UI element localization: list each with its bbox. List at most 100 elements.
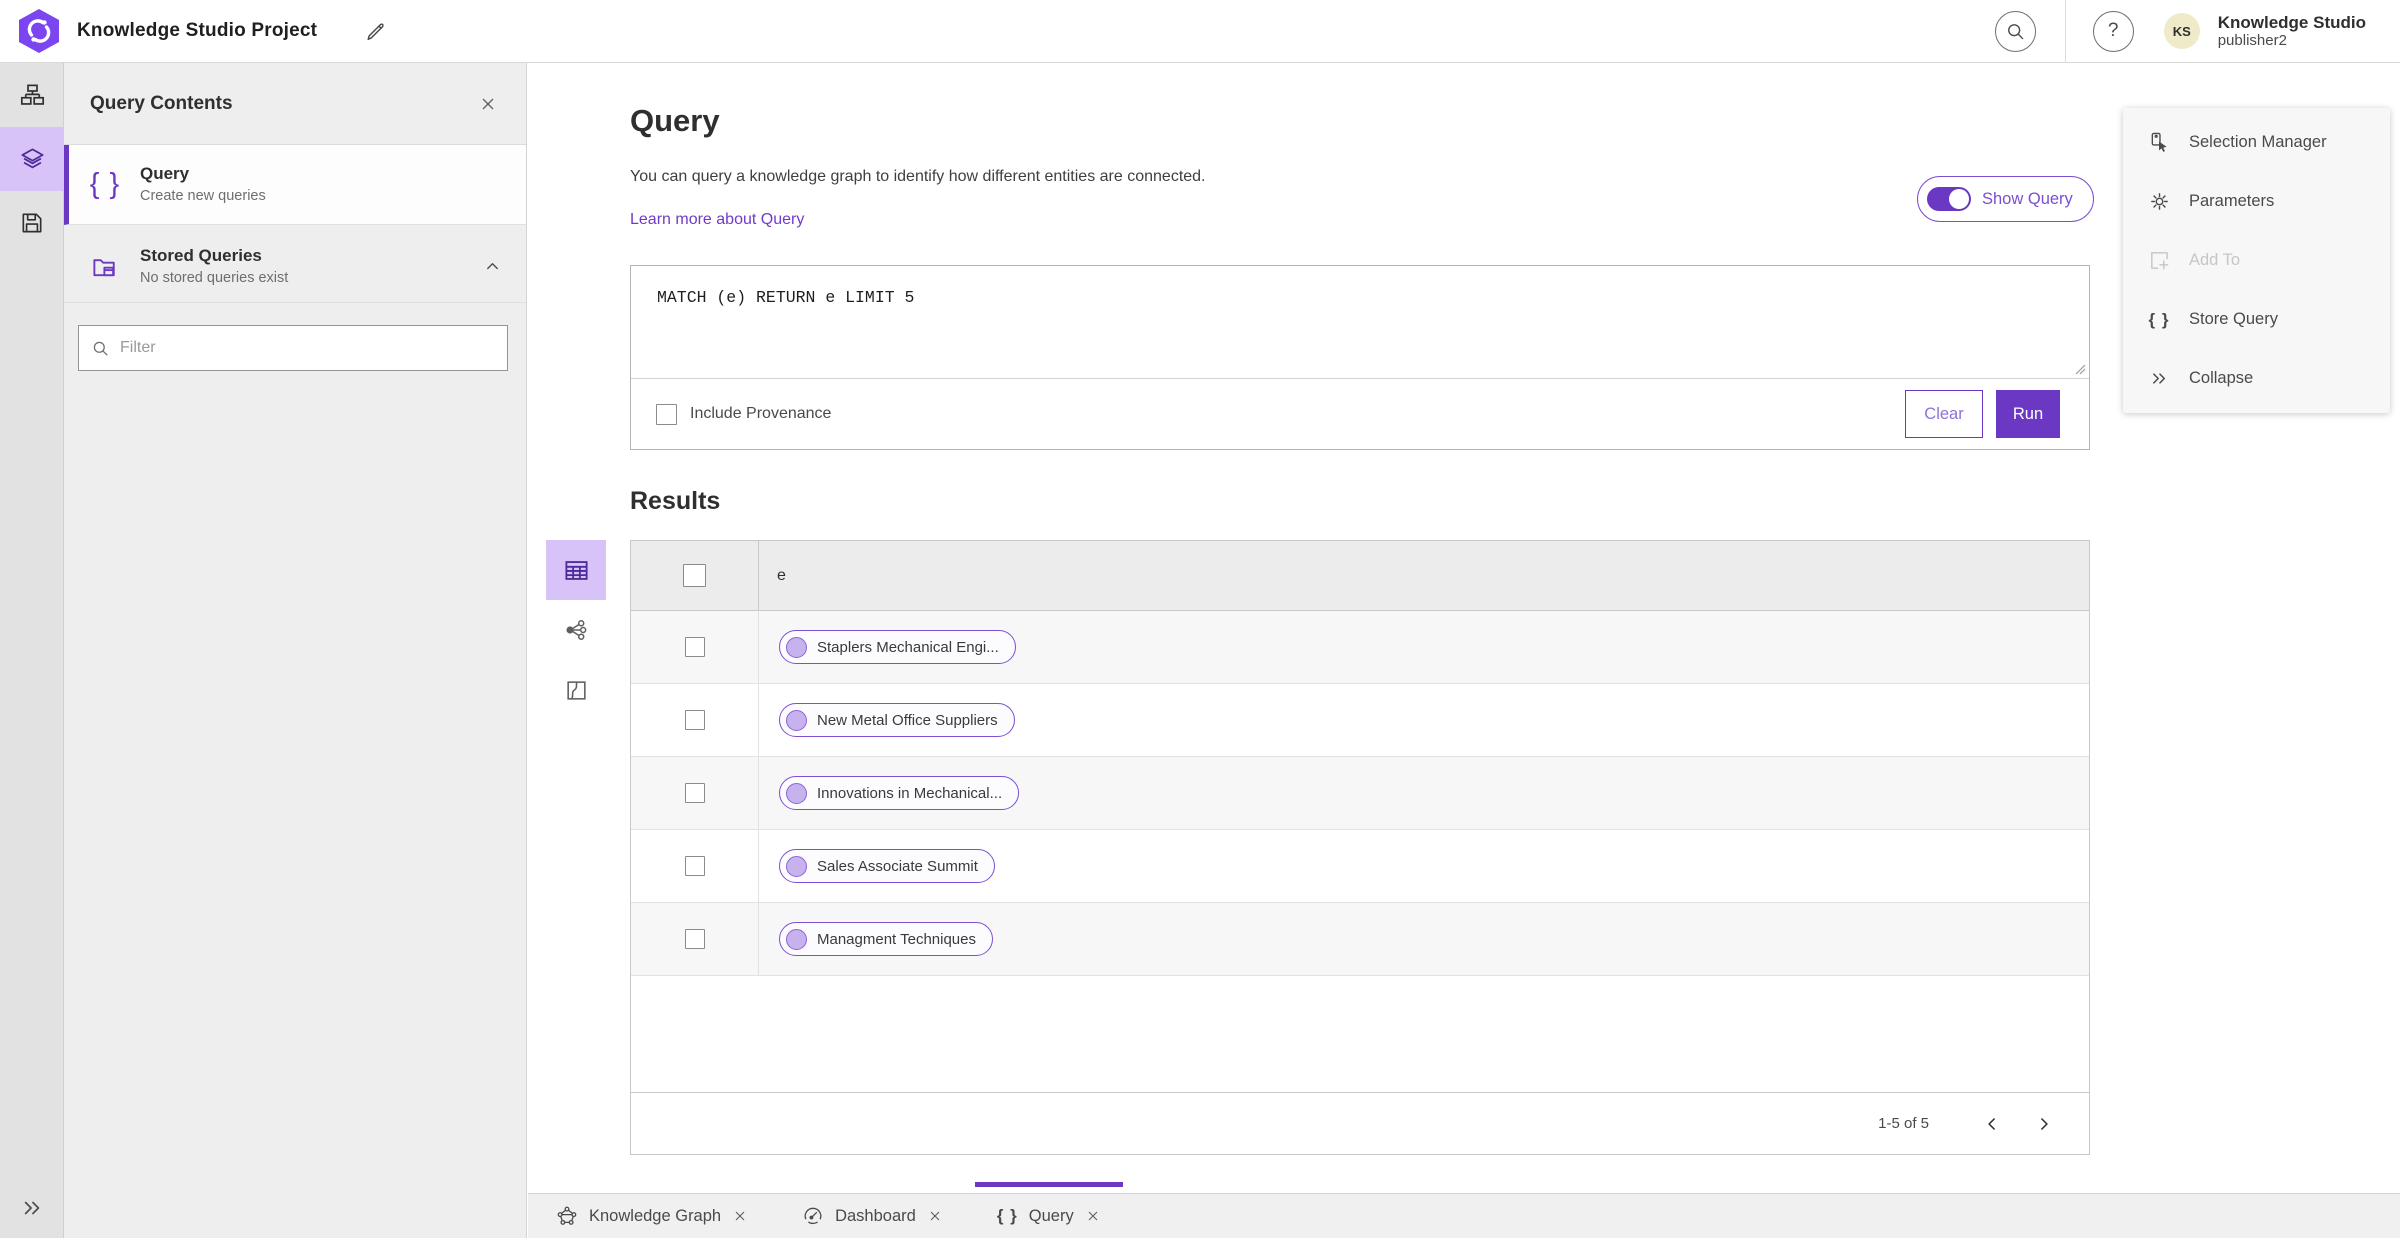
resize-handle-icon[interactable] [2074,363,2086,375]
toggle-switch-on[interactable] [1927,187,1971,211]
panel-item-stored-queries[interactable]: Stored Queries No stored queries exist [64,231,526,303]
include-provenance-label: Include Provenance [690,405,832,422]
close-icon[interactable] [732,1208,748,1224]
row-checkbox[interactable] [684,783,705,803]
help-button[interactable]: ? [2092,10,2134,52]
entity-chip[interactable]: Staplers Mechanical Engi... [779,630,1016,664]
menu-item-store-query[interactable]: { } Store Query [2123,290,2390,349]
knowledge-graph-icon [556,1205,578,1227]
search-icon [2005,21,2026,42]
search-button[interactable] [1994,10,2036,52]
expand-rail-button[interactable] [0,1186,64,1230]
entity-chip[interactable]: Sales Associate Summit [779,849,995,883]
row-checkbox[interactable] [684,929,705,949]
row-checkbox[interactable] [684,637,705,657]
link-chart-icon [563,617,589,643]
braces-icon: { } [89,168,121,200]
previous-page-button[interactable] [1977,1109,2007,1139]
query-section-heading: Query [630,103,720,138]
include-provenance-option[interactable]: Include Provenance [656,403,832,425]
chevron-up-icon[interactable] [483,257,502,276]
filter-field [78,325,508,371]
map-view-button[interactable] [546,660,606,720]
menu-item-selection-manager[interactable]: Selection Manager [2123,113,2390,172]
chevron-right-icon [2034,1114,2054,1134]
data-model-icon [19,82,46,109]
double-chevron-right-icon [21,1197,43,1219]
query-description: You can query a knowledge graph to ident… [630,168,1206,185]
avatar[interactable]: KS [2163,13,2200,49]
user-role: publisher2 [2217,32,2287,50]
pencil-icon [363,19,389,44]
rail-item-data-model[interactable] [0,63,64,127]
dashboard-gauge-icon [802,1205,824,1227]
table-row[interactable]: New Metal Office Suppliers [631,684,2089,757]
table-header-row: e [631,541,2089,611]
tab-query[interactable]: { } Query [974,1182,1123,1238]
pagination-range: 1-5 of 5 [1878,1115,1929,1132]
run-button[interactable]: Run [1996,390,2060,438]
results-heading: Results [630,487,721,515]
query-actions-menu: Selection Manager Parameters Add To { } [2123,108,2390,413]
app-logo-icon [17,8,61,54]
entity-icon [786,709,807,731]
query-item-label: Query [140,164,190,184]
entity-chip[interactable]: Innovations in Mechanical... [779,776,1020,810]
panel-item-query[interactable]: { } Query Create new queries [64,145,526,225]
panel-title: Query Contents [90,92,233,114]
query-input[interactable]: MATCH (e) RETURN e LIMIT 5 [631,266,2089,378]
entity-chip[interactable]: New Metal Office Suppliers [779,703,1015,737]
close-icon[interactable] [1085,1208,1101,1224]
selection-manager-icon [2145,131,2173,154]
menu-item-add-to: Add To [2123,231,2390,290]
show-query-toggle[interactable]: Show Query [1917,176,2094,222]
filter-search-icon [91,339,110,358]
menu-item-parameters[interactable]: Parameters [2123,172,2390,231]
edit-title-button[interactable] [363,18,389,44]
clear-button[interactable]: Clear [1905,390,1983,438]
include-provenance-checkbox[interactable] [656,403,677,425]
row-checkbox[interactable] [684,710,705,730]
query-controls: Include Provenance Clear Run [631,379,2089,449]
learn-more-link[interactable]: Learn more about Query [630,211,804,229]
header-actions: ? KS Knowledge Studio publisher2 [1994,0,2400,63]
save-icon [19,210,45,236]
next-page-button[interactable] [2029,1109,2059,1139]
question-icon: ? [2107,20,2119,41]
table-row[interactable]: Sales Associate Summit [631,830,2089,903]
braces-icon: { } [996,1206,1018,1225]
link-chart-view-button[interactable] [546,600,606,660]
app-header: Knowledge Studio Project ? KS Knowledge … [0,0,2400,63]
table-view-button[interactable] [546,540,606,600]
entity-chip[interactable]: Managment Techniques [779,922,993,956]
entity-icon [786,782,807,804]
row-checkbox[interactable] [684,856,705,876]
query-contents-panel: Query Contents { } Query Create new quer… [64,63,527,1238]
header-divider [2064,0,2066,63]
entity-icon [786,636,807,658]
close-icon[interactable] [927,1208,943,1224]
rail-item-contents[interactable] [0,127,64,191]
table-row[interactable]: Staplers Mechanical Engi... [631,611,2089,684]
select-all-checkbox[interactable] [683,564,706,587]
layers-icon [19,146,46,173]
table-row[interactable]: Managment Techniques [631,903,2089,976]
close-icon [478,94,500,114]
tab-dashboard[interactable]: Dashboard [780,1194,965,1238]
map-icon [564,678,589,703]
table-pagination: 1-5 of 5 [631,1092,2089,1154]
table-row[interactable]: Innovations in Mechanical... [631,757,2089,830]
gear-icon [2145,190,2173,213]
rail-item-save[interactable] [0,191,64,255]
filter-input[interactable] [120,339,495,357]
stored-queries-folder-icon [82,252,128,282]
query-edit-area: MATCH (e) RETURN e LIMIT 5 [631,266,2089,379]
tab-knowledge-graph[interactable]: Knowledge Graph [534,1194,770,1238]
entity-icon [786,855,807,877]
menu-item-collapse[interactable]: Collapse [2123,349,2390,408]
close-panel-button[interactable] [478,93,500,115]
entity-icon [786,928,807,950]
results-table: e Staplers Mechanical Engi... New Metal … [630,540,2090,1155]
column-header-e: e [777,566,786,584]
user-info: Knowledge Studio publisher2 [2218,13,2366,50]
